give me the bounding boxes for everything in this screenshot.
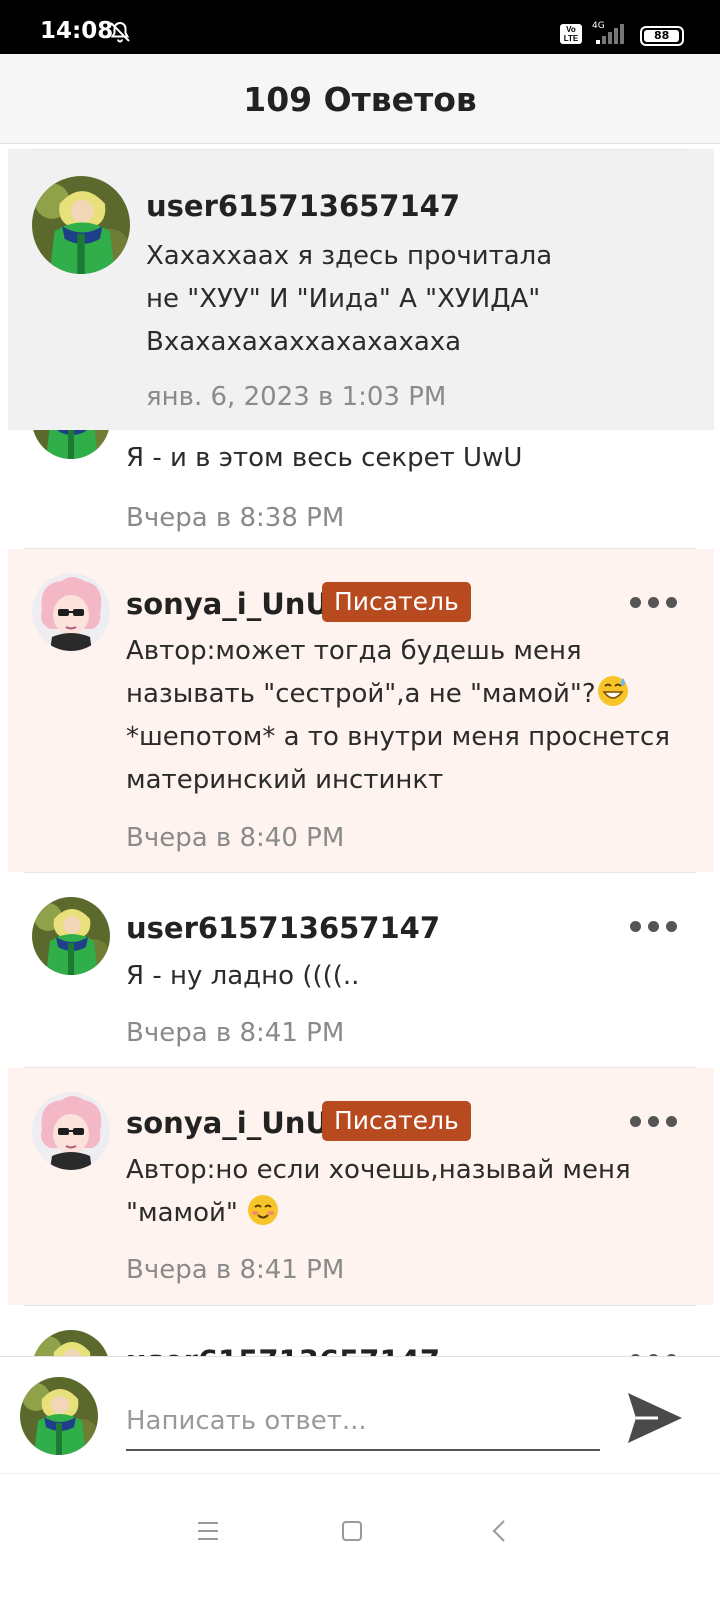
more-options-icon[interactable]	[630, 1112, 678, 1130]
smiling-blush-emoji-icon	[248, 1195, 279, 1225]
battery-icon: 88	[640, 26, 684, 46]
comment-text-line: Вхахахахаххахахахаха	[146, 327, 462, 357]
reply-text-line: *шепотом* а то внутри меня проснется	[126, 722, 670, 752]
user-avatar[interactable]	[32, 1092, 110, 1170]
reply-username[interactable]: sonya_i_UnU	[126, 587, 329, 621]
writer-badge: Писатель	[322, 1101, 471, 1141]
reply-text-line: Автор:может тогда будешь меня	[126, 636, 582, 666]
reply-text: Я - ну ладно ((((..	[126, 961, 360, 991]
comment-text-line: не "ХУУ" И "Иида" А "ХУИДА"	[146, 284, 541, 314]
page-header: 109 Ответов	[0, 54, 720, 144]
writer-badge: Писатель	[322, 582, 471, 622]
current-user-avatar[interactable]	[20, 1377, 98, 1455]
comment-thread[interactable]: Я - и в этом весь секрет UwU Вчера в 8:3…	[0, 145, 720, 1385]
reply-text-line: "мамой"	[126, 1198, 238, 1228]
send-icon[interactable]	[624, 1389, 686, 1447]
grinning-sweat-emoji-icon	[597, 676, 628, 706]
reply-timestamp: Вчера в 8:41 PM	[126, 1018, 345, 1048]
comment-username[interactable]: user615713657147	[146, 189, 460, 223]
page-title: 109 Ответов	[243, 80, 477, 119]
reply-bar	[0, 1356, 720, 1474]
highlighted-comment: user615713657147 Хахаххаах я здесь прочи…	[8, 149, 714, 430]
reply-username[interactable]: user615713657147	[126, 911, 440, 945]
reply-username[interactable]: sonya_i_UnU	[126, 1106, 329, 1140]
system-nav-bar	[0, 1475, 720, 1600]
home-icon[interactable]	[332, 1511, 372, 1551]
reply-input[interactable]	[126, 1393, 600, 1451]
reply-text-line: называть "сестрой",а не "мамой"?	[126, 679, 596, 709]
comment-timestamp: янв. 6, 2023 в 1:03 PM	[146, 382, 447, 412]
comment-text: Хахаххаах я здесь прочитала не "ХУУ" И "…	[146, 235, 552, 364]
user-avatar[interactable]	[32, 897, 110, 975]
user-avatar[interactable]	[32, 573, 110, 651]
reply-text: Я - и в этом весь секрет UwU	[126, 443, 523, 473]
more-options-icon[interactable]	[630, 593, 678, 611]
back-icon[interactable]	[480, 1511, 520, 1551]
signal-icon: 4G	[592, 21, 624, 44]
reply-text-line: Автор:но если хочешь,называй меня	[126, 1155, 631, 1185]
divider	[32, 149, 690, 150]
reply-item: user615713657147 Я - ну ладно ((((.. Вче…	[8, 873, 714, 1067]
volte-icon: Vo LTE	[560, 24, 582, 44]
user-avatar[interactable]	[32, 176, 130, 274]
reply-item: sonya_i_UnU Писатель Автор:но если хочеш…	[8, 1068, 714, 1305]
network-type: 4G	[592, 21, 605, 31]
bell-off-icon	[110, 21, 130, 43]
reply-item: sonya_i_UnU Писатель Автор:может тогда б…	[8, 549, 714, 872]
battery-level: 88	[644, 30, 680, 42]
reply-text-line: материнский инстинкт	[126, 765, 444, 795]
reply-text: Автор:может тогда будешь меня называть "…	[126, 630, 670, 802]
reply-timestamp: Вчера в 8:41 PM	[126, 1255, 345, 1285]
reply-timestamp: Вчера в 8:38 PM	[126, 503, 345, 533]
status-time: 14:08	[40, 18, 114, 44]
comment-text-line: Хахаххаах я здесь прочитала	[146, 241, 553, 271]
more-options-icon[interactable]	[630, 917, 678, 935]
menu-icon[interactable]	[188, 1511, 228, 1551]
status-bar: 14:08 Vo LTE 4G 88	[0, 0, 720, 54]
reply-timestamp: Вчера в 8:40 PM	[126, 823, 345, 853]
reply-text: Автор:но если хочешь,называй меня "мамой…	[126, 1149, 631, 1235]
